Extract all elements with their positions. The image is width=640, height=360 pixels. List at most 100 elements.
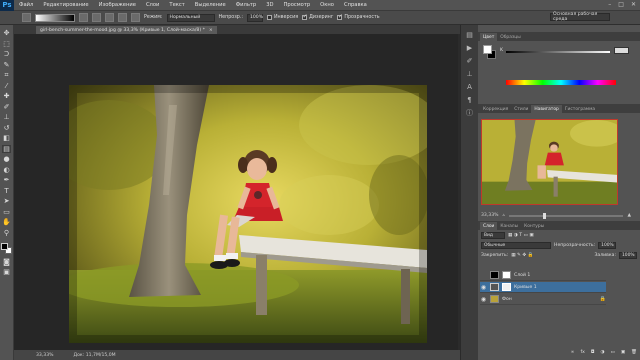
close-tab-icon[interactable]: × bbox=[209, 28, 213, 33]
new-adjustment-icon[interactable]: ◑ bbox=[600, 350, 604, 355]
tab-styles[interactable]: Стили bbox=[511, 105, 531, 113]
menu-window[interactable]: Окно bbox=[315, 2, 339, 8]
tab-adjustments[interactable]: Коррекция bbox=[480, 105, 511, 113]
quick-select-tool-icon[interactable]: ✎ bbox=[2, 61, 11, 69]
tab-channels[interactable]: Каналы bbox=[497, 222, 521, 230]
color-swatches[interactable] bbox=[0, 243, 13, 255]
angle-gradient-icon[interactable] bbox=[105, 13, 114, 22]
move-tool-icon[interactable]: ✥ bbox=[2, 29, 11, 37]
menu-help[interactable]: Справка bbox=[339, 2, 372, 8]
visibility-eye-icon[interactable]: ◉ bbox=[480, 296, 487, 303]
color-spectrum-ramp[interactable] bbox=[506, 80, 616, 85]
filter-icons[interactable]: ▦ ◑ T ▭ ▣ bbox=[508, 233, 534, 238]
clone-stamp-tool-icon[interactable]: ⊥ bbox=[2, 113, 11, 121]
blend-mode-select[interactable]: Обычные bbox=[481, 241, 551, 249]
zoom-out-icon[interactable]: ▵ bbox=[503, 213, 505, 218]
maximize-button[interactable]: □ bbox=[618, 1, 624, 8]
k-slider[interactable] bbox=[506, 51, 610, 53]
add-mask-icon[interactable]: ◘ bbox=[591, 350, 595, 355]
transparency-checkbox[interactable]: Прозрачность bbox=[337, 13, 380, 20]
quick-mask-icon[interactable]: ◙ bbox=[2, 258, 11, 266]
eraser-tool-icon[interactable]: ◧ bbox=[2, 134, 11, 142]
character-panel-icon[interactable]: A bbox=[465, 82, 475, 91]
screen-mode-icon[interactable]: ▣ bbox=[2, 268, 11, 276]
visibility-eye-icon[interactable]: ◉ bbox=[480, 284, 487, 291]
lock-icons[interactable]: ▦ ✎ ✥ 🔒 bbox=[511, 253, 533, 258]
info-panel-icon[interactable]: ⓘ bbox=[465, 108, 475, 117]
pen-tool-icon[interactable]: ✒ bbox=[2, 176, 11, 184]
layer-row[interactable]: ◉ Фон 🔒 bbox=[480, 294, 606, 305]
tab-color[interactable]: Цвет bbox=[480, 33, 498, 41]
gradient-picker[interactable] bbox=[35, 13, 75, 22]
type-tool-icon[interactable]: T bbox=[2, 187, 11, 195]
reflected-gradient-icon[interactable] bbox=[118, 13, 127, 22]
crop-tool-icon[interactable]: ⌗ bbox=[2, 71, 11, 79]
mode-select[interactable]: Нормальный bbox=[166, 13, 215, 22]
navigator-zoom-value[interactable]: 33,33% bbox=[481, 213, 499, 218]
blur-tool-icon[interactable]: ● bbox=[2, 155, 11, 163]
eyedropper-tool-icon[interactable]: ⁄ bbox=[2, 82, 11, 90]
menu-image[interactable]: Изображение bbox=[94, 2, 141, 8]
actions-panel-icon[interactable]: ▶ bbox=[465, 43, 475, 52]
lasso-tool-icon[interactable]: ᑐ bbox=[2, 50, 11, 58]
layer-row-selected[interactable]: ◉ Кривые 1 bbox=[480, 282, 606, 293]
linear-gradient-icon[interactable] bbox=[79, 13, 88, 22]
zoom-tool-icon[interactable]: ⚲ bbox=[2, 229, 11, 237]
layer-row[interactable]: Слой 1 bbox=[480, 270, 606, 281]
navigator-thumbnail[interactable] bbox=[481, 119, 618, 205]
minimize-button[interactable]: – bbox=[608, 1, 611, 8]
tab-histogram[interactable]: Гистограмма bbox=[562, 105, 598, 113]
new-layer-icon[interactable]: ▣ bbox=[621, 350, 625, 355]
zoom-slider-handle[interactable] bbox=[543, 212, 547, 219]
history-panel-icon[interactable]: ▤ bbox=[465, 30, 475, 39]
dodge-tool-icon[interactable]: ◐ bbox=[2, 166, 11, 174]
reverse-checkbox[interactable]: Инверсия bbox=[266, 15, 298, 20]
workspace-select[interactable]: Основная рабочая среда bbox=[550, 12, 610, 22]
link-layers-icon[interactable]: ∞ bbox=[571, 350, 575, 355]
menu-filter[interactable]: Фильтр bbox=[231, 2, 262, 8]
shape-tool-icon[interactable]: ▭ bbox=[2, 208, 11, 216]
zoom-in-icon[interactable]: ▲ bbox=[627, 213, 631, 218]
layer-style-icon[interactable]: fx bbox=[580, 350, 584, 355]
hand-tool-icon[interactable]: ✋ bbox=[2, 218, 11, 226]
menu-select[interactable]: Выделение bbox=[190, 2, 231, 8]
layer-filter-select[interactable]: Вид bbox=[481, 231, 505, 239]
tab-navigator[interactable]: Навигатор bbox=[531, 105, 562, 113]
tab-layers[interactable]: Слои bbox=[480, 222, 498, 230]
opacity-field[interactable]: 100% bbox=[246, 13, 263, 22]
close-button[interactable]: ✕ bbox=[631, 1, 636, 8]
zoom-level[interactable]: 33,33% bbox=[36, 353, 54, 358]
foreground-color-swatch[interactable] bbox=[0, 243, 8, 250]
gradient-tool-icon[interactable]: ▤ bbox=[2, 144, 11, 153]
menu-layers[interactable]: Слои bbox=[141, 2, 164, 8]
menu-text[interactable]: Текст bbox=[164, 2, 189, 8]
healing-brush-tool-icon[interactable]: ✚ bbox=[2, 92, 11, 100]
menu-view[interactable]: Просмотр bbox=[279, 2, 316, 8]
delete-layer-icon[interactable]: 🗑 bbox=[631, 350, 637, 355]
dither-checkbox[interactable]: Дизеринг bbox=[302, 13, 333, 20]
menu-edit[interactable]: Редактирование bbox=[38, 2, 93, 8]
path-select-tool-icon[interactable]: ➤ bbox=[2, 197, 11, 205]
paragraph-panel-icon[interactable]: ¶ bbox=[465, 95, 475, 104]
new-group-icon[interactable]: ▭ bbox=[610, 350, 614, 355]
diamond-gradient-icon[interactable] bbox=[131, 13, 140, 22]
clone-source-panel-icon[interactable]: ⊥ bbox=[465, 69, 475, 78]
brush-tool-icon[interactable]: ✐ bbox=[2, 103, 11, 111]
tab-paths[interactable]: Контуры bbox=[521, 222, 547, 230]
gradient-tool-preset-icon[interactable] bbox=[22, 13, 31, 22]
history-brush-tool-icon[interactable]: ↺ bbox=[2, 124, 11, 132]
layer-fill-field[interactable]: 100% bbox=[619, 251, 637, 259]
k-value-field[interactable] bbox=[614, 47, 629, 54]
canvas-area[interactable] bbox=[14, 34, 458, 350]
document-image[interactable] bbox=[69, 85, 427, 343]
document-tab[interactable]: girl-bench-summer-the-mood.jpg @ 33,3% (… bbox=[36, 26, 217, 34]
menu-3d[interactable]: 3D bbox=[261, 2, 278, 8]
tab-swatches[interactable]: Образцы bbox=[497, 33, 523, 41]
foreground-color-chip[interactable] bbox=[483, 45, 492, 54]
menu-file[interactable]: Файл bbox=[14, 2, 38, 8]
radial-gradient-icon[interactable] bbox=[92, 13, 101, 22]
brush-panel-icon[interactable]: ✐ bbox=[465, 56, 475, 65]
marquee-tool-icon[interactable]: ⬚ bbox=[2, 40, 11, 48]
zoom-slider[interactable] bbox=[508, 212, 624, 219]
layer-opacity-field[interactable]: 100% bbox=[598, 241, 617, 249]
